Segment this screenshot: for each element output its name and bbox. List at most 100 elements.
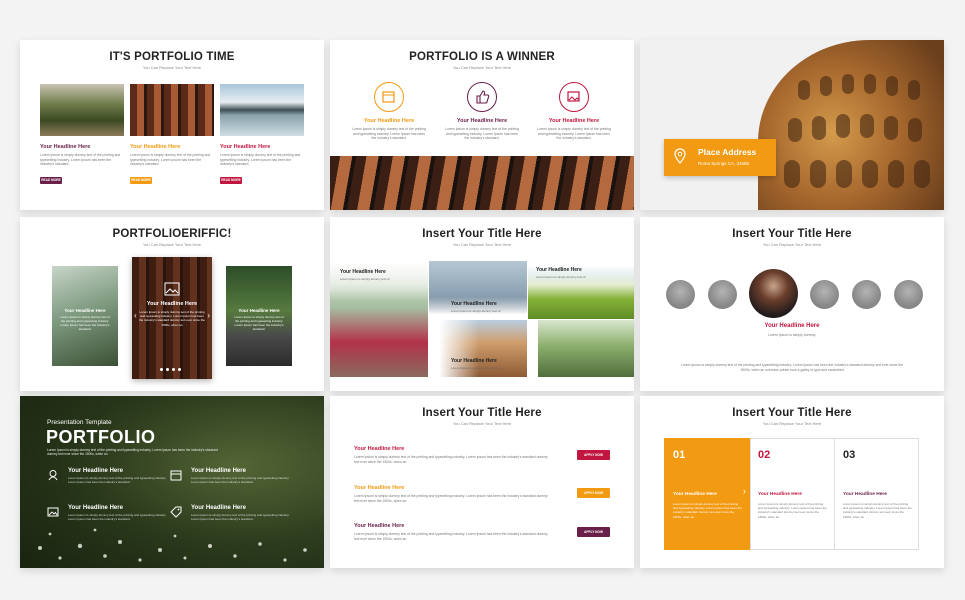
row-text: Lorem Ipsum is simply dummy text of the … (354, 455, 548, 464)
footer-text: Lorem Ipsum is simply dummy text of the … (680, 363, 904, 372)
avatar[interactable] (852, 280, 881, 309)
apply-now-button[interactable]: APPLY NOW (577, 488, 610, 498)
avatar[interactable] (810, 280, 839, 309)
slide-title: Insert Your Title Here (732, 228, 852, 240)
item-headline: Your Headline Here (548, 118, 600, 124)
item-text: Lorem Ipsum is simply dummy text of the … (352, 127, 426, 141)
card-text: Lorem Ipsum is simply dummy text of the … (220, 153, 301, 167)
image-icon (47, 507, 59, 517)
row-headline: Your Headline Here (354, 485, 405, 491)
image-icon (164, 282, 180, 296)
item-headline: Your Headline Here (191, 505, 246, 511)
tile-caption: Lorem Ipsum is simply dummy text of (451, 366, 501, 370)
step-card[interactable]: 02 Your Headline Here Lorem Ipsum is sim… (750, 438, 834, 550)
carousel-dots[interactable] (160, 368, 181, 371)
row-headline: Your Headline Here (354, 523, 405, 529)
slide-subtitle: You Can Replace Your Text Here (452, 421, 512, 426)
step-text: Lorem Ipsum is simply dummy text of the … (758, 502, 827, 519)
card-headline: Your Headline Here (64, 308, 106, 313)
building-banner-photo (330, 156, 634, 210)
featured-caption: Lorem Ipsum is simply dummy. (768, 333, 816, 337)
step-headline: Your Headline Here (673, 492, 717, 497)
card-headline: Your Headline Here (130, 144, 181, 150)
item-text: Lorem Ipsum is simply dummy text of the … (68, 513, 167, 521)
read-more-button[interactable]: READ MORE (40, 177, 62, 184)
read-more-button[interactable]: READ MORE (220, 177, 242, 184)
chevron-right-icon: › (743, 486, 746, 496)
slide-title: Insert Your Title Here (422, 407, 542, 419)
slide-title: PORTFOLIO IS A WINNER (409, 51, 555, 63)
slide-title: IT'S PORTFOLIO TIME (109, 51, 235, 63)
slide-gallery[interactable]: Insert Your Title Here You Can Replace Y… (330, 217, 634, 391)
item-text: Lorem Ipsum is simply dummy text of the … (191, 513, 290, 521)
place-title: Place Address (698, 147, 757, 157)
featured-building-photo: Your Headline Here Lorem Ipsum is simply… (132, 257, 212, 379)
tile-caption: Lorem Ipsum is simply dummy text of (451, 309, 501, 313)
meadow-photo: Your Headline Here Lorem Ipsum is simply… (528, 261, 634, 319)
colosseum-tile-photo: Your Headline Here Lorem Ipsum is simply… (429, 320, 527, 377)
street-photo (40, 84, 124, 136)
card-headline: Your Headline Here (238, 308, 280, 313)
prev-arrow[interactable]: ‹ (134, 311, 137, 320)
alley-photo (538, 320, 634, 377)
apply-now-button[interactable]: APPLY NOW (577, 527, 610, 537)
slide-portfolioeriffic[interactable]: PORTFOLIOERIFFIC! You Can Replace Your T… (20, 217, 324, 391)
slide-team[interactable]: Insert Your Title Here You Can Replace Y… (640, 217, 944, 391)
tile-headline: Your Headline Here (451, 301, 497, 307)
calendar-icon (374, 82, 404, 112)
calendar-icon (170, 470, 182, 481)
item-text: Lorem Ipsum is simply dummy text of the … (537, 127, 611, 141)
lake-photo (220, 84, 304, 136)
step-card[interactable]: 03 Your Headline Here Lorem Ipsum is sim… (835, 438, 919, 550)
step-text: Lorem Ipsum is simply dummy text of the … (843, 502, 912, 519)
step-headline: Your Headline Here (843, 492, 887, 497)
apply-now-button[interactable]: APPLY NOW (577, 450, 610, 460)
slide-title: Insert Your Title Here (732, 407, 852, 419)
card-text: Lorem Ipsum is simply dummy text of the … (234, 315, 284, 331)
card-text: Lorem Ipsum is simply dummy text of the … (130, 153, 211, 167)
forest-photo: Your Headline Here Lorem Ipsum is simply… (52, 266, 118, 366)
card-text: Lorem Ipsum is simply dummy text of the … (60, 315, 110, 331)
thumbs-up-icon (467, 82, 497, 112)
row-text: Lorem Ipsum is simply dummy text of the … (354, 532, 548, 541)
step-text: Lorem Ipsum is simply dummy text of the … (673, 502, 742, 519)
slide-subtitle: You Can Replace Your Text Here (762, 421, 822, 426)
featured-avatar[interactable] (749, 269, 798, 318)
cover-title: PORTFOLIO (46, 427, 156, 447)
item-headline: Your Headline Here (456, 118, 508, 124)
foggy-path-photo: Your Headline Here Lorem Ipsum is simply… (330, 261, 428, 377)
card-text: Lorem Ipsum is simply dummy text of the … (139, 310, 205, 327)
cover-text: Lorem Ipsum is simply dummy text of the … (47, 448, 218, 457)
slide-portfolio-winner[interactable]: PORTFOLIO IS A WINNER You Can Replace Yo… (330, 40, 634, 210)
person-pin-icon (48, 470, 58, 481)
item-headline: Your Headline Here (191, 468, 246, 474)
arches-pattern (784, 74, 930, 188)
item-text: Lorem Ipsum is simply dummy text of the … (191, 476, 290, 484)
place-line: Roma Springs CA, 34566 (698, 161, 750, 166)
building-photo (130, 84, 214, 136)
item-headline: Your Headline Here (68, 505, 123, 511)
featured-headline: Your Headline Here (764, 323, 820, 329)
step-card-active[interactable]: 01 Your Headline Here Lorem Ipsum is sim… (664, 438, 750, 550)
railway-photo: Your Headline Here Lorem Ipsum is simply… (226, 266, 292, 366)
image-icon (559, 82, 589, 112)
avatar[interactable] (666, 280, 695, 309)
avatar[interactable] (708, 280, 737, 309)
tile-caption: Lorem Ipsum is simply dummy text of (536, 275, 586, 279)
card-headline: Your Headline Here (40, 144, 91, 150)
next-arrow[interactable]: › (207, 311, 210, 320)
slide-list[interactable]: Insert Your Title Here You Can Replace Y… (330, 396, 634, 568)
read-more-button[interactable]: READ MORE (130, 177, 152, 184)
slide-portfolio-cover[interactable]: Presentation Template PORTFOLIO Lorem Ip… (20, 396, 324, 568)
slide-place-address[interactable]: Place Address Roma Springs CA, 34566 (640, 40, 944, 210)
tile-headline: Your Headline Here (536, 267, 582, 273)
tile-headline: Your Headline Here (340, 269, 386, 275)
step-number: 03 (843, 449, 856, 461)
slide-its-portfolio-time[interactable]: IT'S PORTFOLIO TIME You Can Replace Your… (20, 40, 324, 210)
slide-subtitle: You Can Replace Your Text Here (452, 65, 512, 70)
template-label: Presentation Template (47, 419, 112, 426)
avatar[interactable] (894, 280, 923, 309)
step-headline: Your Headline Here (758, 492, 802, 497)
slide-subtitle: You Can Replace Your Text Here (452, 242, 512, 247)
slide-steps[interactable]: Insert Your Title Here You Can Replace Y… (640, 396, 944, 568)
